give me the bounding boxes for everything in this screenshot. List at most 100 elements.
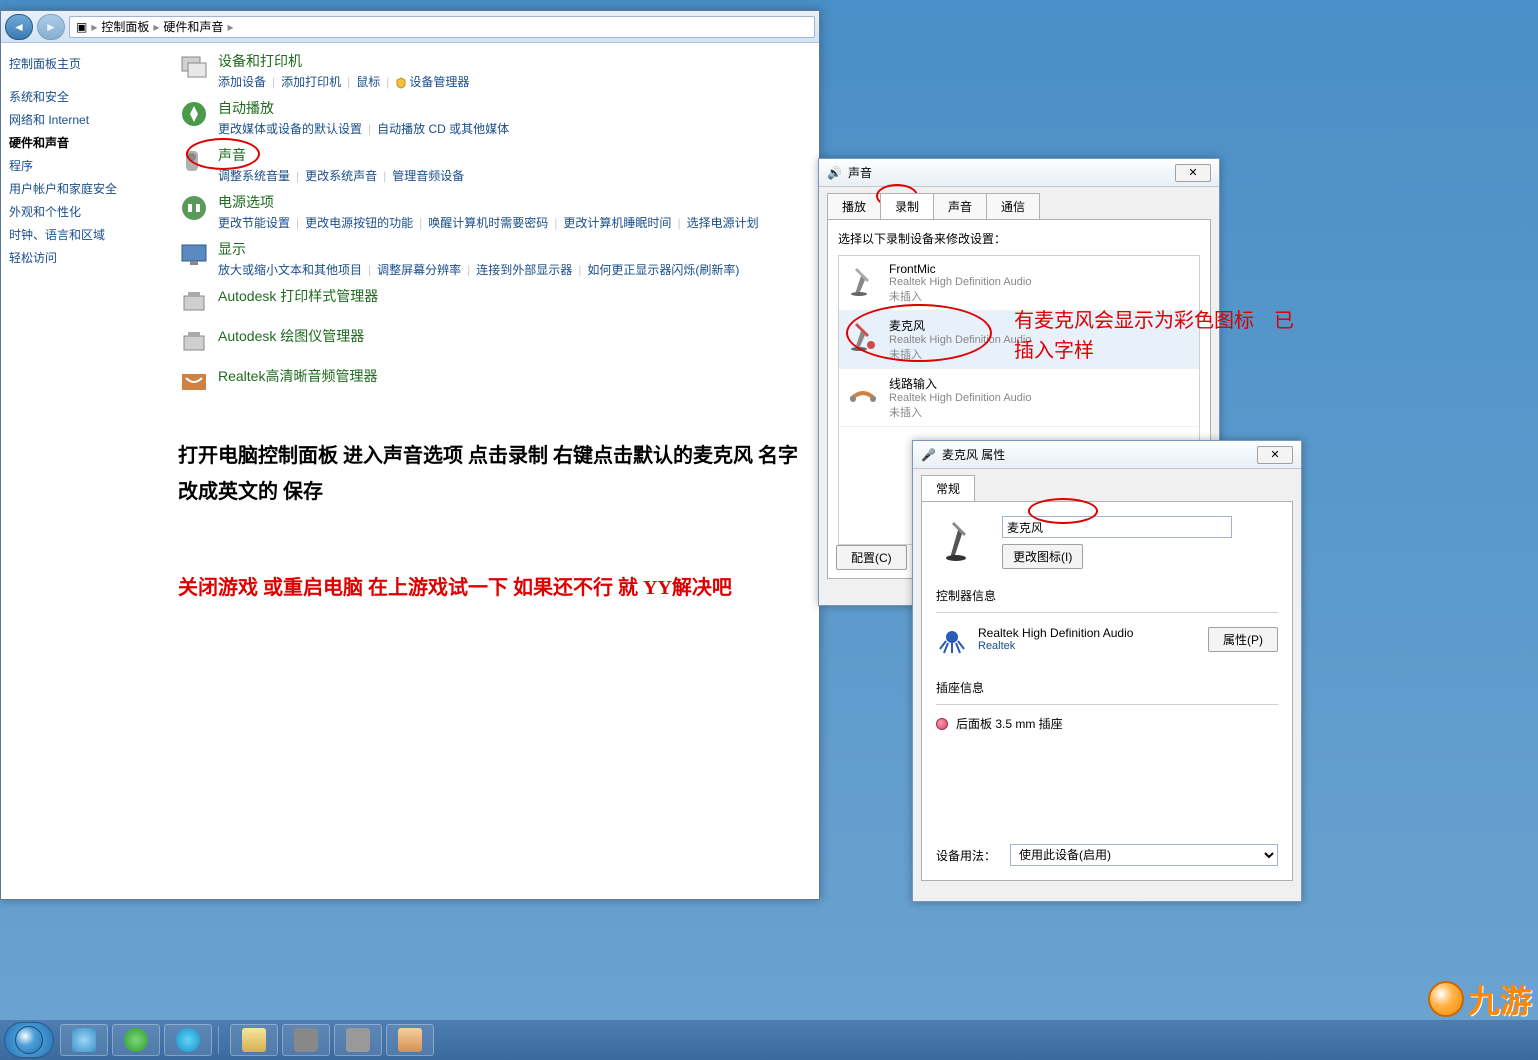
sound-tab[interactable]: 通信	[986, 193, 1040, 219]
mic-tabs: 常规	[913, 469, 1301, 501]
breadcrumb-a[interactable]: 控制面板	[101, 18, 149, 35]
jack-color-icon	[936, 718, 948, 730]
control-panel-window: ◄ ► ▣ ▸ 控制面板 ▸ 硬件和声音 ▸ 控制面板主页 系统和安全网络和 I…	[0, 10, 820, 900]
category-icon	[178, 145, 210, 177]
category-row: 设备和打印机添加设备|添加打印机|鼠标|设备管理器	[178, 51, 807, 90]
category-row: 显示放大或缩小文本和其他项目|调整屏幕分辨率|连接到外部显示器|如何更正显示器闪…	[178, 239, 807, 278]
cp-main: 设备和打印机添加设备|添加打印机|鼠标|设备管理器自动播放更改媒体或设备的默认设…	[166, 43, 819, 899]
category-title[interactable]: Realtek高清晰音频管理器	[218, 366, 807, 386]
category-icon	[178, 192, 210, 224]
recording-device-item[interactable]: FrontMicRealtek High Definition Audio未插入	[839, 256, 1199, 311]
change-icon-button[interactable]: 更改图标(I)	[1002, 544, 1083, 569]
sidebar-item[interactable]: 轻松访问	[9, 249, 158, 266]
recording-instruction: 选择以下录制设备来修改设置：	[838, 230, 1200, 247]
category-link[interactable]: 唤醒计算机时需要密码	[428, 216, 548, 230]
category-link[interactable]: 添加打印机	[281, 75, 341, 89]
category-title[interactable]: Autodesk 绘图仪管理器	[218, 326, 807, 346]
cp-home-link[interactable]: 控制面板主页	[9, 55, 158, 72]
category-link[interactable]: 自动播放 CD 或其他媒体	[377, 122, 509, 136]
category-link[interactable]: 更改媒体或设备的默认设置	[218, 122, 362, 136]
sidebar-item[interactable]: 程序	[9, 157, 158, 174]
category-title[interactable]: 电源选项	[218, 192, 807, 212]
back-button[interactable]: ◄	[5, 14, 33, 40]
mic-dialog-title-bar: 🎤 麦克风 属性 ✕	[913, 441, 1301, 469]
category-link[interactable]: 调整系统音量	[218, 169, 290, 183]
category-link[interactable]: 设备管理器	[409, 75, 469, 89]
device-desc: Realtek High Definition Audio	[889, 334, 1193, 346]
category-link[interactable]: 放大或缩小文本和其他项目	[218, 263, 362, 277]
category-link[interactable]: 如何更正显示器闪烁(刷新率)	[587, 263, 739, 277]
mic-icon: 🎤	[921, 448, 936, 462]
sound-tab[interactable]: 录制	[880, 193, 934, 219]
close-button[interactable]: ✕	[1175, 164, 1211, 182]
category-title[interactable]: Autodesk 打印样式管理器	[218, 286, 807, 306]
category-title[interactable]: 声音	[218, 145, 807, 165]
category-link[interactable]: 更改电源按钮的功能	[305, 216, 413, 230]
device-icon	[845, 262, 881, 298]
breadcrumb[interactable]: ▣ ▸ 控制面板 ▸ 硬件和声音 ▸	[69, 16, 815, 38]
taskbar-item[interactable]	[282, 1024, 330, 1056]
sidebar-item[interactable]: 外观和个性化	[9, 203, 158, 220]
breadcrumb-b[interactable]: 硬件和声音	[163, 18, 223, 35]
sidebar-item[interactable]: 网络和 Internet	[9, 111, 158, 128]
breadcrumb-root-icon: ▣	[76, 20, 87, 34]
device-icon	[845, 317, 881, 353]
taskbar-item[interactable]	[230, 1024, 278, 1056]
category-link[interactable]: 管理音频设备	[392, 169, 464, 183]
close-button[interactable]: ✕	[1257, 446, 1293, 464]
instruction-2: 关闭游戏 或重启电脑 在上游戏试一下 如果还不行 就 YY解决吧	[178, 570, 807, 606]
category-link[interactable]: 连接到外部显示器	[476, 263, 572, 277]
taskbar-item[interactable]	[386, 1024, 434, 1056]
category-row: Realtek高清晰音频管理器	[178, 366, 807, 398]
sidebar-item[interactable]: 时钟、语言和区域	[9, 226, 158, 243]
forward-button[interactable]: ►	[37, 14, 65, 40]
category-icon	[178, 51, 210, 83]
recording-device-item[interactable]: 麦克风Realtek High Definition Audio未插入	[839, 311, 1199, 369]
taskbar-item[interactable]	[60, 1024, 108, 1056]
device-name: FrontMic	[889, 262, 1193, 276]
sidebar-item[interactable]: 硬件和声音	[9, 134, 158, 151]
realtek-icon	[936, 623, 968, 655]
device-icon	[845, 375, 881, 411]
category-link[interactable]: 更改计算机睡眠时间	[563, 216, 671, 230]
usage-label: 设备用法：	[936, 847, 996, 864]
category-title[interactable]: 显示	[218, 239, 807, 259]
configure-button[interactable]: 配置(C)	[836, 545, 907, 570]
taskbar-item[interactable]	[112, 1024, 160, 1056]
device-name: 线路输入	[889, 375, 1193, 392]
breadcrumb-sep: ▸	[91, 20, 97, 34]
category-link[interactable]: 添加设备	[218, 75, 266, 89]
watermark-text: 九游	[1468, 976, 1532, 1022]
category-title[interactable]: 设备和打印机	[218, 51, 807, 71]
usage-select[interactable]: 使用此设备(启用)	[1010, 844, 1278, 866]
taskbar-item[interactable]	[164, 1024, 212, 1056]
controller-vendor[interactable]: Realtek	[978, 640, 1198, 652]
category-icon	[178, 366, 210, 398]
controller-name: Realtek High Definition Audio	[978, 626, 1198, 640]
start-button[interactable]	[4, 1022, 54, 1058]
mic-large-icon	[936, 516, 984, 564]
sound-tab[interactable]: 播放	[827, 193, 881, 219]
jack-label: 后面板 3.5 mm 插座	[956, 715, 1063, 732]
category-row: Autodesk 绘图仪管理器	[178, 326, 807, 358]
mic-dialog-title: 麦克风 属性	[942, 446, 1005, 463]
controller-section-label: 控制器信息	[936, 587, 1278, 604]
category-link[interactable]: 更改系统声音	[305, 169, 377, 183]
watermark: 九游	[1428, 976, 1532, 1022]
sound-tab[interactable]: 声音	[933, 193, 987, 219]
taskbar-item[interactable]	[334, 1024, 382, 1056]
category-link[interactable]: 调整屏幕分辨率	[377, 263, 461, 277]
device-status: 未插入	[889, 404, 1193, 420]
category-row: 自动播放更改媒体或设备的默认设置|自动播放 CD 或其他媒体	[178, 98, 807, 137]
tab-general[interactable]: 常规	[921, 475, 975, 501]
sidebar-item[interactable]: 用户帐户和家庭安全	[9, 180, 158, 197]
recording-device-item[interactable]: 线路输入Realtek High Definition Audio未插入	[839, 369, 1199, 427]
mic-name-input[interactable]	[1002, 516, 1232, 538]
shield-icon	[395, 77, 407, 89]
controller-props-button[interactable]: 属性(P)	[1208, 627, 1278, 652]
category-title[interactable]: 自动播放	[218, 98, 807, 118]
sidebar-item[interactable]: 系统和安全	[9, 88, 158, 105]
category-link[interactable]: 鼠标	[356, 75, 380, 89]
category-link[interactable]: 选择电源计划	[687, 216, 759, 230]
category-link[interactable]: 更改节能设置	[218, 216, 290, 230]
